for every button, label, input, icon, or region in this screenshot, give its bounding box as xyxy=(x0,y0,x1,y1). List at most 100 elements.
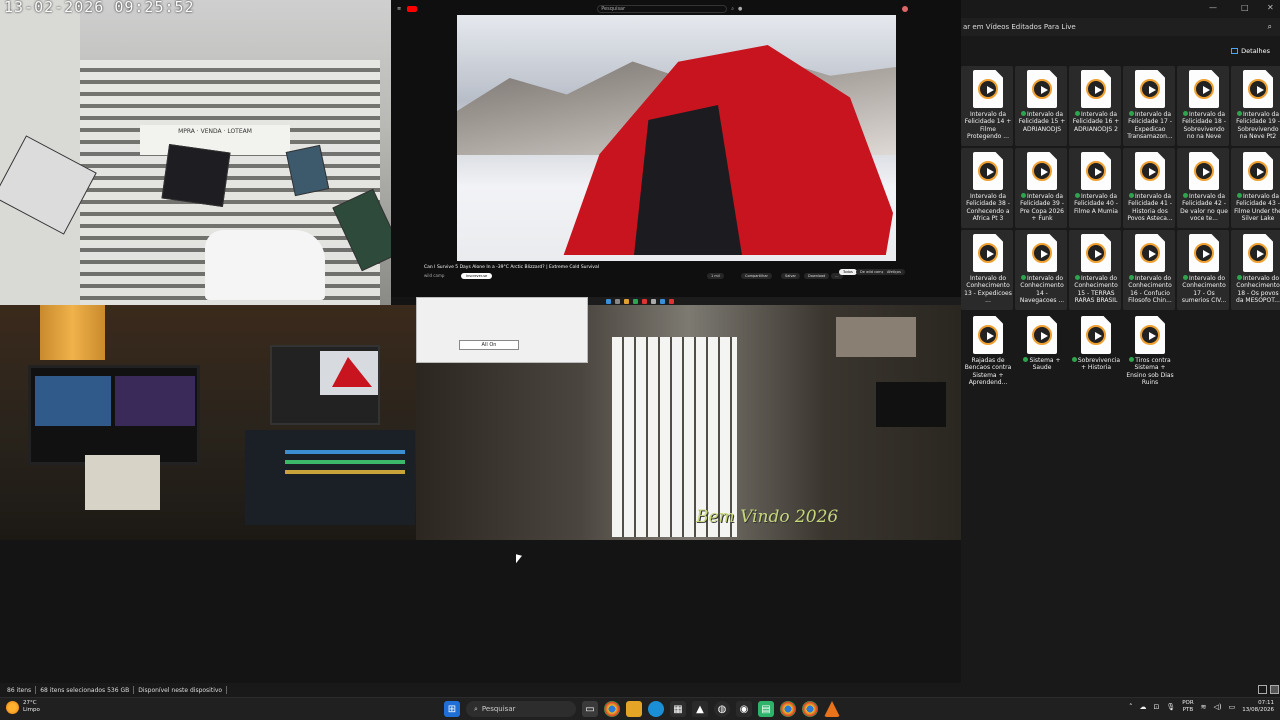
mic-icon[interactable]: 🎙 xyxy=(1166,703,1175,711)
file-name-text: Intervalo da Felicidade 19 - Sobrevivend… xyxy=(1236,111,1280,141)
play-icon xyxy=(978,79,998,99)
video-file-icon xyxy=(1135,152,1165,190)
channel-name[interactable]: wild camp xyxy=(424,273,444,278)
youtube-logo-icon[interactable] xyxy=(407,6,418,12)
file-tile[interactable]: Rajadas de Bencaos contra Sistema + Apre… xyxy=(961,312,1013,392)
keyboard-layout: PTB xyxy=(1182,707,1194,713)
chip-related[interactable]: Afetiços xyxy=(883,269,905,275)
tiles-view-icon[interactable] xyxy=(1270,685,1279,694)
language-indicator[interactable]: POR PTB xyxy=(1182,700,1193,714)
explorer-search-input[interactable]: ar em Vídeos Editados Para Live ⌕ xyxy=(961,18,1280,36)
file-tile[interactable]: Intervalo da Felicidade 38 - Conhecendo … xyxy=(961,148,1013,228)
start-icon[interactable]: ⊞ xyxy=(444,701,460,717)
subscribe-button[interactable]: Inscrever-se xyxy=(461,273,493,279)
file-tile[interactable]: Intervalo da Felicidade 18 - Sobrevivend… xyxy=(1177,66,1229,146)
store-icon[interactable]: ▦ xyxy=(670,701,686,717)
file-tile[interactable]: Intervalo do Conhecimento 18 - Os povos … xyxy=(1231,230,1280,310)
file-tile[interactable]: Intervalo da Felicidade 40 - Filme A Mum… xyxy=(1069,148,1121,228)
cloud-icon[interactable]: ☁ xyxy=(1139,703,1146,711)
file-name-text: Intervalo da Felicidade 17 - Expedicao T… xyxy=(1127,111,1173,141)
file-tile[interactable]: Sobrevivencia + Historia xyxy=(1069,312,1121,392)
task-view-icon[interactable]: ▭ xyxy=(582,701,598,717)
sync-status-icon xyxy=(1020,275,1026,280)
obs-icon[interactable]: ◍ xyxy=(714,701,730,717)
chrome-icon-2[interactable] xyxy=(780,701,796,717)
file-name: Intervalo da Felicidade 38 - Conhecendo … xyxy=(963,193,1013,223)
temperature: 27°C xyxy=(23,700,37,706)
video-player[interactable] xyxy=(457,15,896,261)
sync-status-icon xyxy=(1182,275,1188,280)
youtube-window[interactable]: ≡ Pesquisar ⌕ ● Can I Survive 5 Days Alo… xyxy=(391,0,961,297)
video-file-icon xyxy=(973,70,1003,108)
sync-status-icon xyxy=(1020,111,1026,116)
file-tile[interactable]: Intervalo do Conhecimento 15 - TERRAS RA… xyxy=(1069,230,1121,310)
control-dialog[interactable]: All On xyxy=(416,297,588,363)
file-tile[interactable]: Intervalo do Conhecimento 16 - Confucio … xyxy=(1123,230,1175,310)
file-tile[interactable]: Tiros contra Sistema + Ensino sob Dias R… xyxy=(1123,312,1175,392)
maximize-button[interactable]: □ xyxy=(1241,3,1249,12)
file-name-text: Intervalo do Conhecimento 17 - Os sumeri… xyxy=(1181,275,1227,305)
avatar[interactable] xyxy=(902,6,909,12)
share-button[interactable]: Compartilhar xyxy=(741,273,772,279)
menu-icon[interactable]: ≡ xyxy=(397,6,401,12)
taskbar-search[interactable]: ⌕ Pesquisar xyxy=(466,701,576,717)
file-tile[interactable]: Sistema + Saude xyxy=(1015,312,1067,392)
network-icon[interactable]: ⊡ xyxy=(1153,703,1159,711)
file-tile[interactable]: Intervalo do Conhecimento 17 - Os sumeri… xyxy=(1177,230,1229,310)
sync-status-icon xyxy=(1074,193,1080,198)
file-name: Intervalo do Conhecimento 13 - Expedicoe… xyxy=(963,275,1013,305)
video-file-icon xyxy=(1189,234,1219,272)
minimize-button[interactable]: — xyxy=(1209,3,1217,12)
app-icon[interactable]: ▲ xyxy=(692,701,708,717)
weather-widget[interactable]: 27°C Limpo xyxy=(6,700,40,714)
clock[interactable]: 07:11 13/08/2026 xyxy=(1242,700,1274,714)
chrome-icon[interactable] xyxy=(604,701,620,717)
video-file-icon xyxy=(973,234,1003,272)
file-tile[interactable]: Intervalo do Conhecimento 14 - Navegacoe… xyxy=(1015,230,1067,310)
vlc-icon[interactable] xyxy=(824,701,840,717)
details-button[interactable]: Detalhes xyxy=(1231,47,1270,55)
file-tile[interactable]: Intervalo da Felicidade 17 - Expedicao T… xyxy=(1123,66,1175,146)
play-icon xyxy=(1032,243,1052,263)
wifi-icon[interactable]: ≋ xyxy=(1201,703,1207,711)
youtube-search-input[interactable]: Pesquisar xyxy=(597,5,728,13)
like-button[interactable]: 1 mil xyxy=(707,273,724,279)
search-icon[interactable]: ⌕ xyxy=(1268,22,1272,32)
file-tile[interactable]: Intervalo da Felicidade 16 + ADRIANODJS … xyxy=(1069,66,1121,146)
file-tile[interactable]: Intervalo da Felicidade 14 + Filme Prote… xyxy=(961,66,1013,146)
download-button[interactable]: Download xyxy=(804,273,830,279)
video-file-icon xyxy=(1027,152,1057,190)
file-tile[interactable]: Intervalo da Felicidade 43 - Filme Under… xyxy=(1231,148,1280,228)
file-name: Tiros contra Sistema + Ensino sob Dias R… xyxy=(1125,357,1175,387)
search-icon[interactable]: ⌕ xyxy=(731,6,734,12)
chrome-icon-3[interactable] xyxy=(802,701,818,717)
folder-icon[interactable] xyxy=(626,701,642,717)
details-view-icon[interactable] xyxy=(1258,685,1267,694)
camera-app-icon[interactable]: ◉ xyxy=(736,701,752,717)
all-on-button[interactable]: All On xyxy=(459,340,519,350)
file-tile[interactable]: Intervalo da Felicidade 39 - Pre Copa 20… xyxy=(1015,148,1067,228)
volume-icon[interactable]: ◁) xyxy=(1214,703,1222,711)
file-explorer-window[interactable]: — □ ✕ ar em Vídeos Editados Para Live ⌕ … xyxy=(961,0,1280,697)
close-button[interactable]: ✕ xyxy=(1267,3,1274,12)
file-tile[interactable]: Intervalo da Felicidade 15 + ADRIANODJS xyxy=(1015,66,1067,146)
video-file-icon xyxy=(1027,316,1057,354)
file-tile[interactable]: Intervalo do Conhecimento 13 - Expedicoe… xyxy=(961,230,1013,310)
language-code: POR xyxy=(1182,700,1194,706)
file-tile[interactable]: Intervalo da Felicidade 41 - Historia do… xyxy=(1123,148,1175,228)
file-name: Intervalo da Felicidade 18 - Sobrevivend… xyxy=(1179,111,1229,141)
battery-icon[interactable]: ▭ xyxy=(1229,703,1236,711)
play-icon xyxy=(1140,325,1160,345)
mic-icon[interactable]: ● xyxy=(738,6,742,12)
file-tile[interactable]: Intervalo da Felicidade 19 - Sobrevivend… xyxy=(1231,66,1280,146)
chevron-up-icon[interactable]: ˄ xyxy=(1129,703,1133,711)
chip-all[interactable]: Todos xyxy=(839,269,857,275)
video-title: Can I Survive 5 Days Alone In a -39°C Ar… xyxy=(424,265,599,270)
monitor-screen-b xyxy=(115,376,195,426)
spreadsheet-icon[interactable]: ▤ xyxy=(758,701,774,717)
file-tile[interactable]: Intervalo da Felicidade 42 - De valor no… xyxy=(1177,148,1229,228)
save-button[interactable]: Salvar xyxy=(781,273,800,279)
separator xyxy=(133,686,135,694)
edge-icon[interactable] xyxy=(648,701,664,717)
video-file-icon xyxy=(1027,70,1057,108)
